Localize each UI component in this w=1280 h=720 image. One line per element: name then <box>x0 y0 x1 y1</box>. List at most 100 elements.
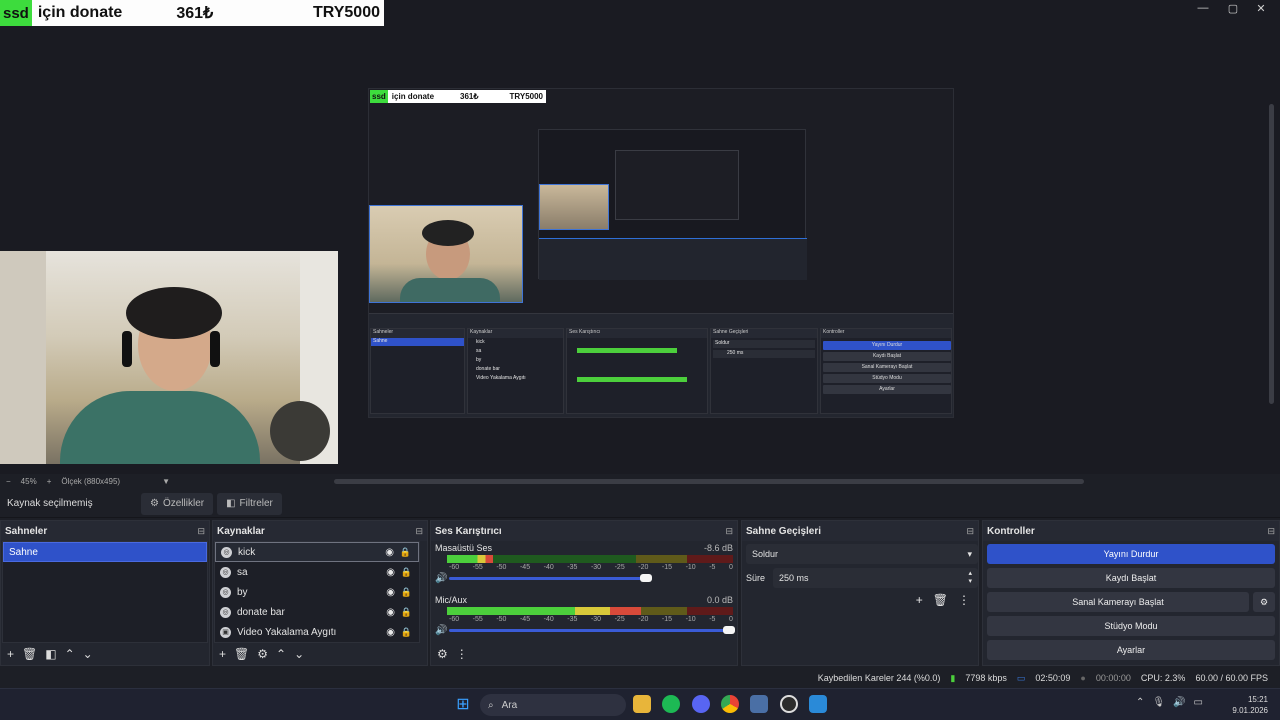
meter-tick: -30 <box>590 616 602 623</box>
meter-tick: -25 <box>614 616 625 623</box>
virtual-cam-button[interactable]: Sanal Kamerayı Başlat <box>987 592 1249 612</box>
properties-button[interactable]: ⚙ Özellikler <box>141 492 214 515</box>
mixer-title: Ses Karıştırıcı <box>435 525 502 537</box>
spin-icon[interactable]: ▴ ▾ <box>968 570 972 586</box>
lock-icon[interactable]: 🔒 <box>401 607 412 618</box>
close-icon[interactable]: ✕ <box>1252 2 1270 15</box>
chevron-up-icon[interactable]: ⌃ <box>1136 697 1144 708</box>
obs-icon[interactable] <box>780 695 798 713</box>
eye-icon[interactable]: ◉ <box>386 607 395 618</box>
eye-icon[interactable]: ◉ <box>386 567 395 578</box>
meter-tick: -40 <box>543 564 554 571</box>
trash-icon[interactable]: 🗑 <box>234 647 249 661</box>
chevron-up-icon[interactable]: ⌃ <box>276 647 286 661</box>
volume-icon[interactable]: 🔊 <box>1173 697 1185 708</box>
lock-icon[interactable]: 🔒 <box>401 627 412 638</box>
preview-canvas[interactable]: ssd için donate 361₺ TRY5000 — ▢ ✕ ssd i… <box>0 0 1280 474</box>
source-item[interactable]: ◎ by ◉ 🔒 <box>215 582 419 602</box>
maximize-icon[interactable]: ▢ <box>1224 2 1242 15</box>
add-icon[interactable]: + <box>219 647 226 661</box>
add-icon[interactable]: + <box>7 647 14 661</box>
mixer-channel-mic: Mic/Aux 0.0 dB -60 -55 -50 -45 -40 -35 -30 -25 -2… <box>435 595 735 636</box>
nested-sources-title: Kaynaklar <box>468 329 563 338</box>
link-gear-icon[interactable]: ⚙ <box>437 647 448 661</box>
add-icon[interactable]: + <box>916 593 923 607</box>
source-item[interactable]: ◎ kick ◉ 🔒 <box>215 542 419 562</box>
scale-dropdown-icon[interactable]: ▼ <box>162 477 170 486</box>
meter-tick: -25 <box>614 564 625 571</box>
minimize-icon[interactable]: — <box>1194 2 1212 14</box>
lock-icon[interactable]: 🔒 <box>401 567 412 578</box>
stop-stream-button[interactable]: Yayını Durdur <box>987 544 1275 564</box>
filters-label: Filtreler <box>239 498 273 509</box>
chevron-down-icon[interactable]: ⌄ <box>83 647 93 661</box>
more-icon[interactable]: ⋮ <box>456 647 468 661</box>
zoom-out-button[interactable]: − <box>6 477 11 486</box>
meter-tick: -60 <box>449 616 460 623</box>
app-icon[interactable] <box>750 695 768 713</box>
volume-slider[interactable] <box>449 626 735 634</box>
source-item[interactable]: ◎ sa ◉ 🔒 <box>215 562 419 582</box>
virtual-cam-settings-icon[interactable]: ⚙ <box>1253 592 1275 612</box>
app-icon[interactable] <box>809 695 827 713</box>
studio-mode-button[interactable]: Stüdyo Modu <box>987 616 1275 636</box>
lock-icon[interactable]: 🔒 <box>400 547 411 558</box>
meter-tick: -15 <box>661 616 673 623</box>
nested-virtual-cam: Sanal Kamerayı Başlat <box>823 363 951 372</box>
dock-menu-icon[interactable]: ⊟ <box>1267 526 1275 537</box>
nested-source-item: Video Yakalama Aygıtı <box>476 375 526 381</box>
dock-menu-icon[interactable]: ⊟ <box>415 526 423 537</box>
chrome-icon[interactable] <box>721 695 739 713</box>
nested-start-record: Kaydı Başlat <box>823 352 951 361</box>
meter-ticks: -60 -55 -50 -45 -40 -35 -30 -25 -20 -15 -10 -5 0 <box>449 564 733 571</box>
settings-button[interactable]: Ayarlar <box>987 640 1275 660</box>
volume-slider[interactable] <box>449 574 652 582</box>
filter-icon[interactable]: ◧ <box>45 647 56 661</box>
webcam-source[interactable] <box>0 251 338 464</box>
preview-vertical-scrollbar[interactable] <box>1269 104 1274 404</box>
trash-icon[interactable]: 🗑 <box>933 593 948 607</box>
speaker-icon[interactable]: 🔊 <box>435 573 447 584</box>
channel-db: 0.0 dB <box>706 595 733 605</box>
audio-mixer-dock: Ses Karıştırıcı ⊟ Masaüstü Ses -8.6 dB -60… <box>430 520 738 666</box>
taskbar-clock[interactable]: 15:21 9.01.2026 <box>1232 694 1268 716</box>
nested-transition-duration: 250 ms <box>713 350 815 358</box>
duration-input[interactable]: 250 ms ▴ ▾ <box>773 568 978 588</box>
chevron-up-icon[interactable]: ⌃ <box>65 647 75 661</box>
more-icon[interactable]: ⋮ <box>958 593 970 607</box>
source-item[interactable]: ◎ donate bar ◉ 🔒 <box>215 602 419 622</box>
taskbar-search[interactable]: ⌕ Ara <box>480 694 626 716</box>
dock-menu-icon[interactable]: ⊟ <box>725 526 733 537</box>
nested-donate-tag: ssd <box>370 90 388 103</box>
preview-horizontal-scrollbar[interactable] <box>334 479 1084 484</box>
discord-icon[interactable] <box>692 695 710 713</box>
trash-icon[interactable]: 🗑 <box>22 647 37 661</box>
transition-select[interactable]: Soldur ▾ <box>746 544 978 564</box>
mixer-channel-desktop: Masaüstü Ses -8.6 dB -60 -55 -50 -45 -40 -35 -3… <box>435 543 735 584</box>
nested-donate-amount: 361₺ <box>460 92 479 101</box>
dock-menu-icon[interactable]: ⊟ <box>966 526 974 537</box>
battery-icon[interactable]: ▭ <box>1194 697 1203 708</box>
source-item[interactable]: ▣ Video Yakalama Aygıtı ◉ 🔒 <box>215 622 419 642</box>
meter-tick: 0 <box>728 616 733 623</box>
zoom-bar: − 45% + Ölçek (880x495) ▼ <box>0 474 330 488</box>
nested-mixer-title: Ses Karıştırıcı <box>567 329 707 338</box>
signal-icon: ▮ <box>950 672 956 683</box>
start-record-button[interactable]: Kaydı Başlat <box>987 568 1275 588</box>
lock-icon[interactable]: 🔒 <box>401 587 412 598</box>
scene-item[interactable]: Sahne <box>3 542 207 562</box>
chevron-down-icon[interactable]: ⌄ <box>294 647 304 661</box>
speaker-icon[interactable]: 🔊 <box>435 625 447 636</box>
spotify-icon[interactable] <box>662 695 680 713</box>
zoom-in-button[interactable]: + <box>47 477 52 486</box>
windows-start-icon[interactable]: ⊞ <box>454 695 472 713</box>
eye-icon[interactable]: ◉ <box>386 627 395 638</box>
eye-icon[interactable]: ◉ <box>385 547 394 558</box>
eye-icon[interactable]: ◉ <box>386 587 395 598</box>
dock-menu-icon[interactable]: ⊟ <box>197 526 205 537</box>
file-explorer-icon[interactable] <box>633 695 651 713</box>
filters-button[interactable]: ◧ Filtreler <box>217 492 282 515</box>
meter-tick: -30 <box>590 564 602 571</box>
microphone-icon[interactable]: 🎙 <box>1152 697 1165 708</box>
gear-icon[interactable]: ⚙ <box>257 647 268 661</box>
